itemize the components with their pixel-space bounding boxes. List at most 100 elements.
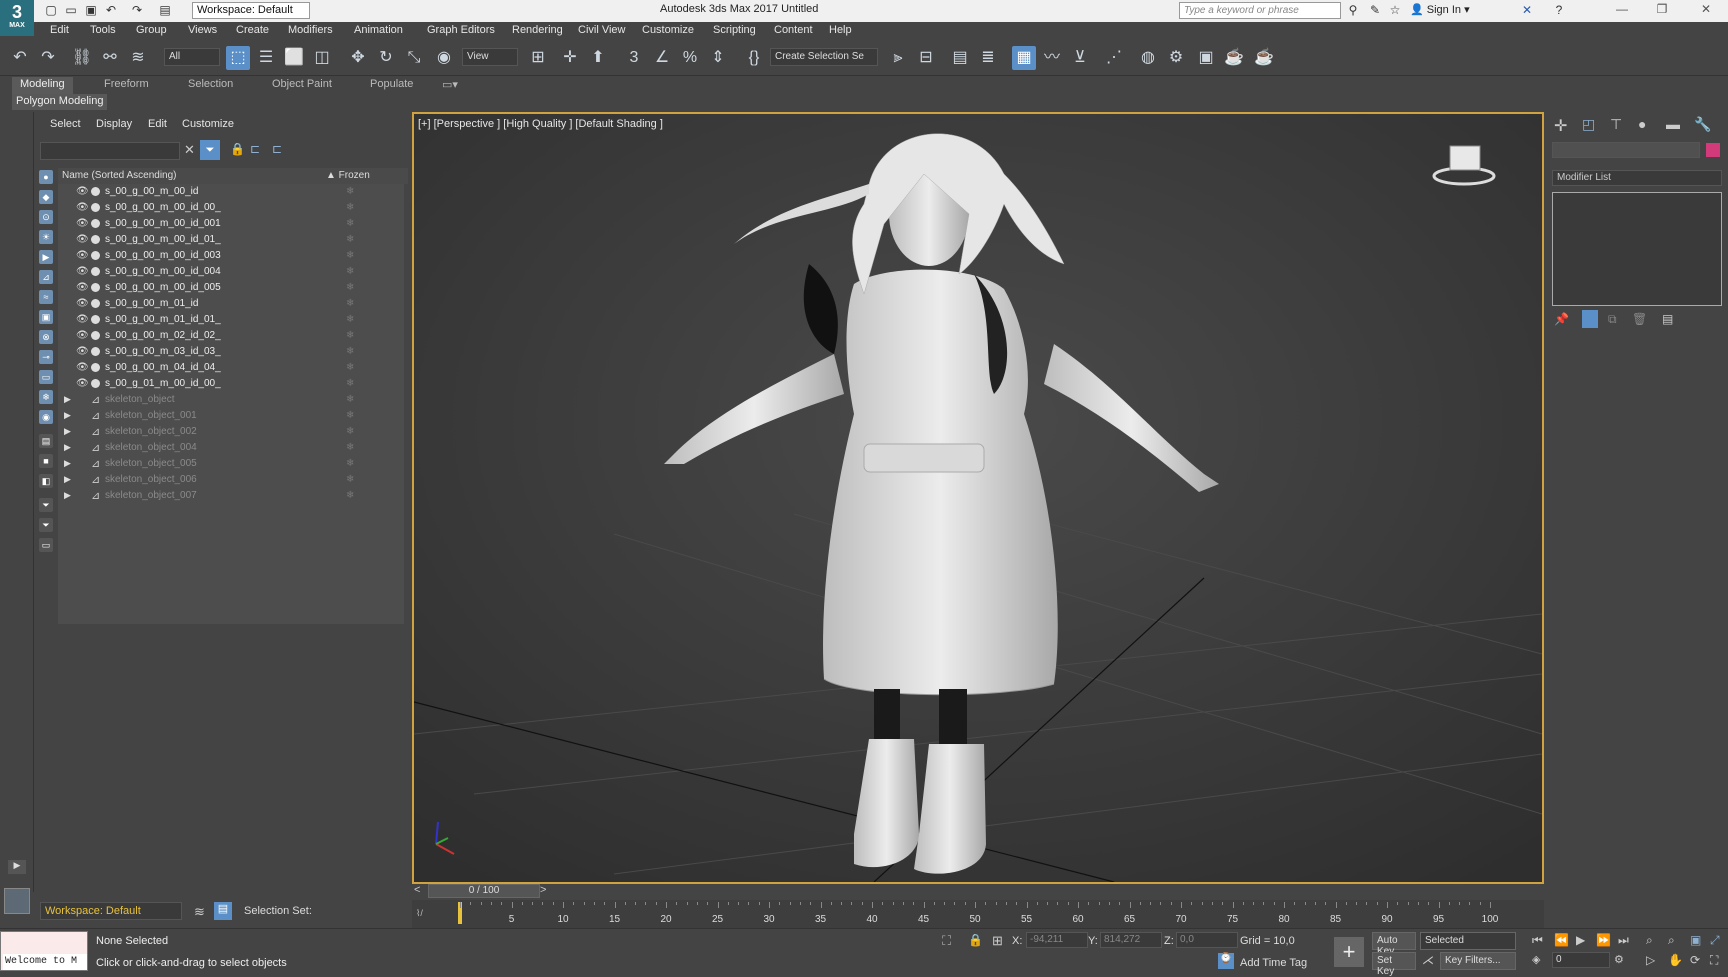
link-icon[interactable]: ⛓ <box>70 46 94 70</box>
hidden-filter-icon[interactable]: ◉ <box>39 410 53 424</box>
rendered-frame-icon[interactable]: ▣ <box>1194 46 1218 70</box>
prev-key-icon[interactable]: ⏪ <box>1554 933 1569 947</box>
ribbon-options-icon[interactable]: ▭▾ <box>434 77 466 95</box>
freeze-icon[interactable]: ❄ <box>346 282 354 293</box>
selection-lock-icon[interactable]: 🔒 <box>968 933 983 947</box>
maxscript-input[interactable]: Welcome to M <box>3 954 87 970</box>
modifier-stack[interactable] <box>1552 192 1722 306</box>
pan-icon[interactable]: ✋ <box>1668 953 1683 967</box>
xrefs-filter-icon[interactable]: ⊗ <box>39 330 53 344</box>
visibility-eye-icon[interactable]: 👁 <box>76 234 89 245</box>
tab-selection[interactable]: Selection <box>180 77 241 95</box>
explorer-menu-select[interactable]: Select <box>50 118 81 130</box>
list-item[interactable]: ▶ ⊿ skeleton_object_004 ❄ <box>58 440 404 456</box>
list-item[interactable]: 👁 s_00_g_00_m_03_id_03_ ❄ <box>58 344 404 360</box>
schematic-view-icon[interactable]: ⋰ <box>1102 46 1126 70</box>
expand-arrow-icon[interactable]: ▶ <box>8 860 26 874</box>
expand-arrow-icon[interactable]: ▶ <box>64 394 71 405</box>
freeze-icon[interactable]: ❄ <box>346 234 354 245</box>
menu-content[interactable]: Content <box>774 24 813 36</box>
keyboard-shortcut-icon[interactable]: ⬆ <box>586 46 610 70</box>
expand-arrow-icon[interactable]: ▶ <box>64 426 71 437</box>
unlink-icon[interactable]: ⚯ <box>98 46 122 70</box>
viewport-label[interactable]: [+] [Perspective ] [High Quality ] [Defa… <box>418 118 663 130</box>
create-tab-icon[interactable]: ✛ <box>1554 116 1567 136</box>
expand-arrow-icon[interactable]: ▶ <box>64 410 71 421</box>
key-mode-toggle-icon[interactable]: ◈ <box>1532 953 1540 966</box>
perspective-viewport[interactable]: [+] [Perspective ] [High Quality ] [Defa… <box>412 112 1544 884</box>
add-time-tag-label[interactable]: Add Time Tag <box>1240 957 1307 969</box>
freeze-icon[interactable]: ❄ <box>346 362 354 373</box>
invert-filter-icon[interactable]: ◧ <box>39 474 53 488</box>
restore-button[interactable]: ❐ <box>1652 2 1672 18</box>
absolute-mode-icon[interactable]: ⊞ <box>992 933 1003 949</box>
curve-toggle-icon[interactable]: ⌇/ <box>416 908 423 919</box>
key-mode-dropdown[interactable]: Selected <box>1420 932 1516 950</box>
bind-spacewarp-icon[interactable]: ≋ <box>126 46 150 70</box>
tab-modeling[interactable]: Modeling <box>12 77 73 95</box>
snap-toggle-icon[interactable]: 3 <box>622 46 646 70</box>
modify-tab-icon[interactable]: ◰ <box>1582 116 1595 133</box>
list-item[interactable]: 👁 s_00_g_00_m_00_id_003 ❄ <box>58 248 404 264</box>
bones-filter-icon[interactable]: ⊸ <box>39 350 53 364</box>
placement-icon[interactable]: ◉ <box>432 46 456 70</box>
expand-arrow-icon[interactable]: ▶ <box>64 490 71 501</box>
time-slider[interactable]: < 0 / 100 > <box>412 884 1544 900</box>
expand-arrow-icon[interactable]: ▶ <box>64 474 71 485</box>
freeze-icon[interactable]: ❄ <box>346 474 354 485</box>
pivot-center-icon[interactable]: ⊞ <box>526 46 550 70</box>
maxscript-listener[interactable]: Welcome to M <box>0 931 88 971</box>
menu-animation[interactable]: Animation <box>354 24 403 36</box>
list-item[interactable]: 👁 s_00_g_00_m_01_id ❄ <box>58 296 404 312</box>
explorer-search-input[interactable] <box>40 142 180 160</box>
freeze-icon[interactable]: ❄ <box>346 202 354 213</box>
object-name-field[interactable] <box>1552 142 1700 158</box>
redo-icon[interactable]: ↷ <box>36 46 60 70</box>
app-logo[interactable]: 3 MAX <box>0 0 34 36</box>
list-item[interactable]: ▶ ⊿ skeleton_object ❄ <box>58 392 404 408</box>
visibility-eye-icon[interactable]: 👁 <box>76 314 89 325</box>
star-icon[interactable]: ☆ <box>1388 3 1402 17</box>
lock-icon[interactable]: 🔒 <box>230 142 245 156</box>
freeze-icon[interactable]: ❄ <box>346 410 354 421</box>
menu-modifiers[interactable]: Modifiers <box>288 24 333 36</box>
workspace-dropdown-bottom[interactable]: Workspace: Default <box>40 902 182 920</box>
visibility-eye-icon[interactable]: 👁 <box>76 218 89 229</box>
menu-rendering[interactable]: Rendering <box>512 24 563 36</box>
visibility-eye-icon[interactable]: 👁 <box>76 250 89 261</box>
pin-stack-icon[interactable]: 📌 <box>1554 312 1569 326</box>
tab-populate[interactable]: Populate <box>362 77 421 95</box>
filter-icon[interactable]: ⏷ <box>200 140 220 160</box>
menu-help[interactable]: Help <box>829 24 852 36</box>
rect-selection-icon[interactable]: ⬜ <box>282 46 306 70</box>
explorer-menu-display[interactable]: Display <box>96 118 132 130</box>
scene-explorer-icon[interactable]: ▤ <box>948 46 972 70</box>
time-config-icon[interactable]: ⚙ <box>1614 953 1624 966</box>
isolate-selection-icon[interactable]: ⛶ <box>942 933 951 949</box>
folder-icon[interactable]: ▭ <box>39 538 53 552</box>
column-name-header[interactable]: Name (Sorted Ascending) <box>62 170 177 181</box>
key-filters-button[interactable]: Key Filters... <box>1440 952 1516 970</box>
goto-start-icon[interactable]: ⏮ <box>1532 933 1543 948</box>
visibility-eye-icon[interactable]: 👁 <box>76 202 89 213</box>
zoom-extents-icon[interactable]: ▣ <box>1690 933 1701 947</box>
remove-modifier-icon[interactable]: 🗑 <box>1632 312 1647 326</box>
freeze-icon[interactable]: ❄ <box>346 394 354 405</box>
menu-graph-editors[interactable]: Graph Editors <box>427 24 495 36</box>
tab-object-paint[interactable]: Object Paint <box>264 77 340 95</box>
time-slider-thumb[interactable]: 0 / 100 <box>428 884 540 898</box>
list-item[interactable]: ▶ ⊿ skeleton_object_001 ❄ <box>58 408 404 424</box>
exchange-icon[interactable]: ✎ <box>1368 3 1382 17</box>
freeze-icon[interactable]: ❄ <box>346 218 354 229</box>
visibility-eye-icon[interactable]: 👁 <box>76 346 89 357</box>
search-input[interactable]: Type a keyword or phrase <box>1179 2 1341 19</box>
visibility-eye-icon[interactable]: 👁 <box>76 282 89 293</box>
shapes-filter-icon[interactable]: ⊙ <box>39 210 53 224</box>
lights-filter-icon[interactable]: ☀ <box>39 230 53 244</box>
prev-frame-arrow[interactable]: < <box>414 884 420 896</box>
visibility-eye-icon[interactable]: 👁 <box>76 330 89 341</box>
save-icon[interactable]: ▣ <box>84 3 98 17</box>
select-manipulate-icon[interactable]: ✛ <box>558 46 582 70</box>
expand-arrow-icon[interactable]: ▶ <box>64 442 71 453</box>
list-item[interactable]: ▶ ⊿ skeleton_object_006 ❄ <box>58 472 404 488</box>
